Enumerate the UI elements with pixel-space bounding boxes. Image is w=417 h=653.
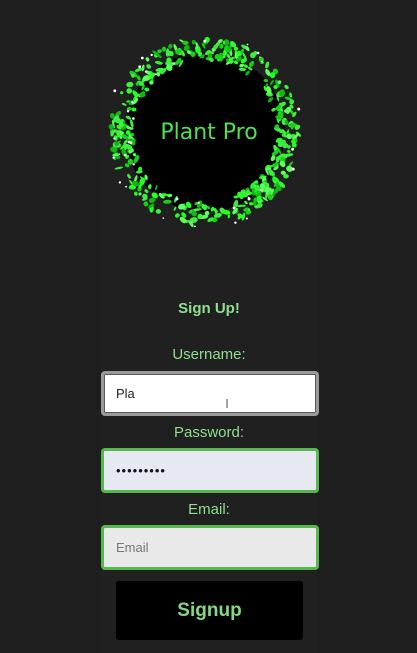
- signup-button[interactable]: Signup: [116, 581, 303, 640]
- password-label: Password:: [173, 424, 245, 441]
- logo: Plant Pro: [100, 30, 318, 240]
- username-label: Username:: [172, 346, 246, 363]
- password-input[interactable]: [101, 448, 319, 493]
- logo-text: Plant Pro: [160, 120, 258, 145]
- form-heading: Sign Up!: [178, 300, 240, 317]
- email-label: Email:: [188, 501, 230, 518]
- username-input[interactable]: [101, 371, 319, 416]
- signup-page: Plant Pro Sign Up! Username: I Password:…: [0, 0, 417, 653]
- email-input[interactable]: [101, 525, 319, 570]
